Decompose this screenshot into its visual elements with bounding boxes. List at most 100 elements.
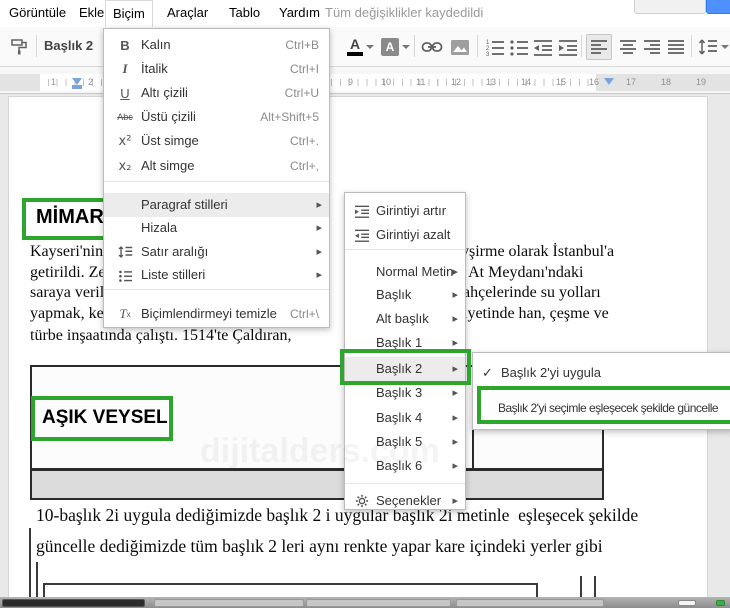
left-margin-marker[interactable]	[72, 85, 82, 89]
menu-item-subscript[interactable]: x₂ Alt simge Ctrl+,	[104, 154, 329, 178]
menu-item-paragraph-styles[interactable]: Paragraf stilleri ▸	[104, 193, 329, 217]
submenu-arrow-icon: ▸	[452, 337, 458, 349]
align-justify-icon[interactable]	[665, 36, 687, 58]
menu-item-heading-3[interactable]: Başlık 3 ▸	[345, 381, 465, 405]
menu-araclar[interactable]: Araçlar	[160, 0, 215, 26]
submenu-arrow-icon: ▸	[452, 436, 458, 448]
taskbar-button[interactable]	[306, 599, 451, 607]
taskbar-button-active[interactable]	[2, 599, 145, 607]
menu-item-heading-4[interactable]: Başlık 4 ▸	[345, 406, 465, 430]
menu-item-line-spacing[interactable]: Satır aralığı ▸	[104, 240, 329, 264]
comments-button[interactable]	[634, 0, 706, 14]
doc-table-border	[43, 583, 538, 585]
menu-goruntule[interactable]: Görüntüle	[2, 0, 73, 26]
submenu-arrow-icon: ▸	[452, 460, 458, 472]
doc-table-border	[29, 528, 31, 597]
menu-item-normal-text[interactable]: Normal Metin ▸	[345, 260, 465, 284]
menu-item-increase-indent[interactable]: Girintiyi artır	[345, 199, 465, 223]
menu-bicim[interactable]: Biçim	[105, 0, 153, 27]
submenu-arrow-icon: ▸	[316, 269, 322, 281]
submenu-arrow-icon: ▸	[316, 199, 322, 211]
menu-item-italic[interactable]: I İtalik Ctrl+I	[104, 57, 329, 81]
menu-separator	[104, 181, 329, 182]
doc-table-border	[580, 576, 582, 597]
menu-item-heading-1[interactable]: Başlık 1 ▸	[345, 331, 465, 355]
menu-item-clear-formatting[interactable]: Tx Biçimlendirmeyi temizle Ctrl+\	[104, 302, 329, 326]
left-indent-marker[interactable]	[72, 78, 82, 85]
menu-item-title[interactable]: Başlık ▸	[345, 283, 465, 307]
menu-bar: Görüntüle Ekle Biçim Araçlar Tablo Yardı…	[0, 0, 730, 27]
menu-item-bold[interactable]: B Kalın Ctrl+B	[104, 33, 329, 57]
taskbar-button[interactable]	[456, 599, 604, 607]
menu-item-list-styles[interactable]: Liste stilleri ▸	[104, 263, 329, 287]
doc-table-border	[36, 562, 38, 597]
taskbar-button[interactable]	[154, 599, 304, 607]
align-right-icon[interactable]	[641, 36, 663, 58]
menu-item-heading-2[interactable]: Başlık 2 ▸	[345, 357, 465, 381]
numbered-list-icon[interactable]: 123	[484, 36, 506, 58]
submenu-arrow-icon: ▸	[452, 266, 458, 278]
highlight-color-icon[interactable]: A	[379, 36, 401, 58]
list-styles-icon	[113, 263, 137, 287]
menu-item-update-heading2[interactable]: Başlık 2'yi seçimle eşleşecek şekilde gü…	[473, 389, 730, 427]
ruler-number: 12	[451, 77, 462, 87]
doc-bottom-line: güncelle dediğimizde tüm başlık 2 leri a…	[36, 536, 603, 556]
increase-indent-icon	[350, 199, 374, 223]
toolbar-separator	[414, 35, 415, 57]
ruler-number: 9	[348, 77, 354, 87]
bulleted-list-icon[interactable]	[508, 36, 530, 58]
decrease-indent-icon	[350, 223, 374, 247]
ruler-number: 14	[521, 77, 532, 87]
doc-heading-veysel: AŞIK VEYSEL	[42, 407, 168, 428]
taskbar-tray-item[interactable]	[678, 600, 696, 606]
doc-table-shaded-row[interactable]	[30, 469, 604, 500]
menu-item-superscript[interactable]: x² Üst simge Ctrl+.	[104, 129, 329, 153]
submenu-arrow-icon: ▸	[452, 412, 458, 424]
increase-indent-icon[interactable]	[557, 36, 579, 58]
submenu-arrow-icon: ▸	[316, 246, 322, 258]
doc-table-border	[536, 583, 538, 597]
superscript-icon: x²	[118, 133, 132, 149]
toolbar-separator	[581, 35, 582, 57]
menu-item-underline[interactable]: U Altı çizili Ctrl+U	[104, 81, 329, 105]
ruler-number: 13	[486, 77, 497, 87]
right-margin-marker[interactable]	[604, 78, 614, 85]
decrease-indent-icon[interactable]	[532, 36, 554, 58]
taskbar-green-indicator	[716, 600, 725, 606]
doc-body-line: ahçelerinde su yolları	[463, 284, 601, 301]
highlight-color-caret-icon[interactable]	[402, 45, 410, 49]
submenu-arrow-icon: ▸	[452, 313, 458, 325]
insert-image-icon[interactable]	[449, 36, 471, 58]
ruler-number: 16	[589, 77, 600, 87]
doc-body-line: iyetinde han, çeşme ve	[463, 305, 609, 322]
line-spacing-icon[interactable]	[697, 36, 719, 58]
svg-text:3: 3	[486, 52, 490, 56]
menu-yardim[interactable]: Yardım	[272, 0, 327, 26]
checkmark-icon: ✓	[482, 365, 493, 380]
clear-formatting-icon: Tx	[119, 306, 131, 321]
menu-item-align[interactable]: Hizala ▸	[104, 216, 329, 240]
share-button[interactable]	[706, 0, 730, 14]
menu-item-decrease-indent[interactable]: Girintiyi azalt	[345, 223, 465, 247]
ruler-number: 19	[696, 77, 707, 87]
doc-body-line: , At Meydanı'ndaki	[461, 264, 584, 281]
text-color-icon[interactable]: A	[344, 36, 366, 58]
save-status-text: Tüm değişiklikler kaydedildi	[325, 5, 484, 20]
insert-link-icon[interactable]	[421, 36, 443, 58]
google-docs-window: MİMAR S Kayseri'nin vşirme olarak İstanb…	[0, 0, 730, 608]
menu-item-strikethrough[interactable]: Abc Üstü çizili Alt+Shift+5	[104, 105, 329, 129]
menu-separator	[345, 483, 465, 484]
paint-format-icon[interactable]	[8, 36, 30, 58]
menu-item-options[interactable]: Seçenekler ▸	[345, 489, 465, 509]
paragraph-style-selector[interactable]: Başlık 2	[44, 27, 93, 65]
text-color-caret-icon[interactable]	[366, 45, 374, 49]
menu-item-apply-heading2[interactable]: ✓ Başlık 2'yi uygula	[473, 359, 730, 387]
ruler-number: 10	[381, 77, 392, 87]
menu-item-subtitle[interactable]: Alt başlık ▸	[345, 307, 465, 331]
align-center-icon[interactable]	[617, 36, 639, 58]
menu-tablo[interactable]: Tablo	[222, 0, 267, 26]
line-spacing-caret-icon[interactable]	[721, 45, 729, 49]
doc-body-line: getirildi. Zel	[30, 264, 110, 281]
align-left-icon[interactable]	[586, 34, 612, 60]
doc-body-line: Kayseri'nin	[30, 243, 104, 260]
